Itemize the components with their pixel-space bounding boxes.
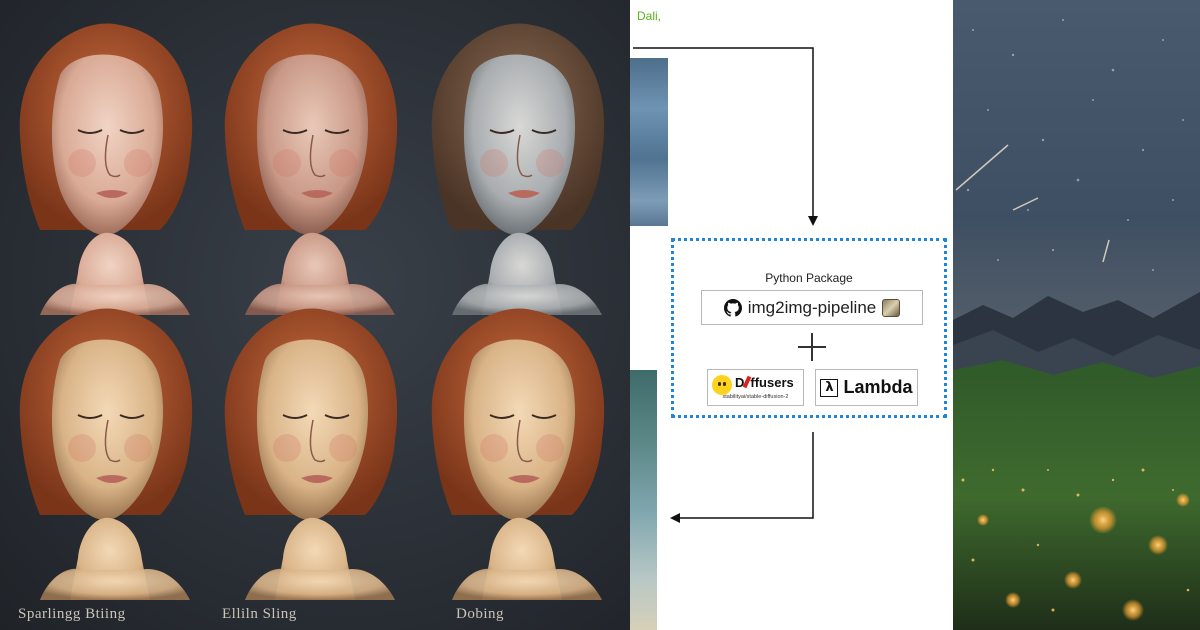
- lambda-label: Lambda: [843, 377, 913, 397]
- package-title: Python Package: [765, 271, 853, 285]
- diffusers-badge[interactable]: Dffusers stabilityai/stable-diffusion-2: [707, 369, 804, 406]
- repo-badge[interactable]: img2img-pipeline: [701, 290, 923, 325]
- portrait-5: [205, 300, 415, 600]
- portrait-grid-image: Sparlingg Btiing Elliln Sling Dobing: [0, 0, 630, 630]
- portrait-1: [0, 15, 210, 315]
- plus-icon: [798, 333, 826, 361]
- lambda-icon: λ: [820, 378, 839, 397]
- portrait-caption-3: Dobing: [456, 606, 504, 622]
- github-icon: [723, 298, 742, 317]
- diffusers-model: stabilityai/stable-diffusion-2: [722, 394, 789, 400]
- portrait-6: [412, 300, 622, 600]
- portrait-2: [205, 15, 415, 315]
- diffusers-label: Dffusers: [735, 375, 794, 390]
- portrait-caption-1: Sparlingg Btiing: [18, 606, 126, 622]
- input-arrow: [633, 47, 818, 226]
- output-arrow: [670, 432, 814, 523]
- python-package-box: Python Package img2img-pipeline Dffusers…: [671, 238, 947, 418]
- portrait-4: [0, 300, 210, 600]
- lambda-badge[interactable]: λ Lambda: [815, 369, 918, 406]
- portrait-3: [412, 15, 622, 315]
- hugging-face-icon: [712, 375, 732, 395]
- portrait-caption-2: Elliln Sling: [222, 606, 297, 622]
- landscape-image: [953, 0, 1200, 630]
- pipeline-diagram: Dali, Python Package img2img-pipeline Df…: [630, 0, 953, 630]
- painting-icon: [882, 298, 901, 317]
- repo-label: img2img-pipeline: [747, 297, 877, 317]
